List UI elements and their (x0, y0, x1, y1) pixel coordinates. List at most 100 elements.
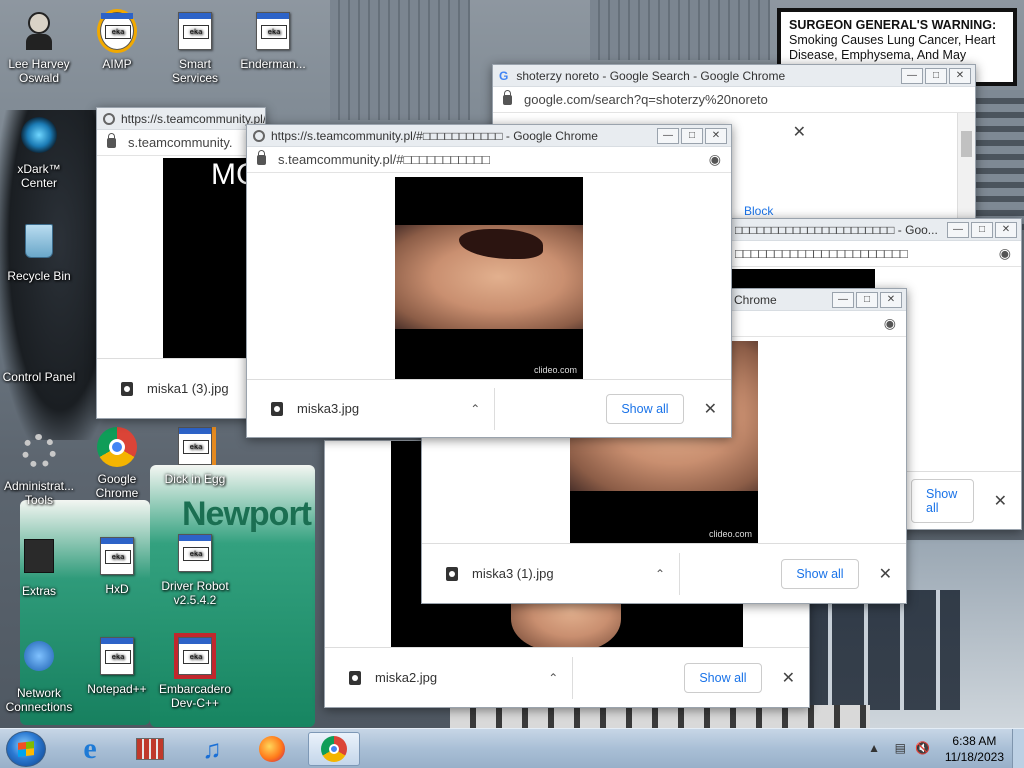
desktop-icon-extras[interactable]: Extras (0, 535, 78, 598)
chrome-window-miska3[interactable]: https://s.teamcommunity.pl/#□□□□□□□□□□□ … (246, 124, 732, 438)
desktop-icon-dick-in-egg[interactable]: Dick in Egg (156, 425, 234, 486)
show-all-button[interactable]: Show all (684, 662, 762, 693)
maximize-button[interactable]: □ (856, 291, 878, 308)
icon-label: Recycle Bin (7, 269, 71, 283)
desktop-icon-administrative-tools[interactable]: Administrat... Tools (0, 430, 78, 507)
firefox-icon[interactable] (246, 732, 298, 766)
desktop-icon-control-panel[interactable]: Control Panel (0, 325, 78, 384)
desktop-icon-enderman[interactable]: Enderman... (234, 10, 312, 71)
show-all-button[interactable]: Show all (911, 478, 974, 523)
system-clock[interactable]: 6:38 AM 11/18/2023 (945, 733, 1004, 765)
address-bar[interactable]: □□□□□□□□□□□□□□□□□□□□□□ ◉ (731, 241, 1021, 267)
lock-icon (503, 89, 512, 105)
download-filename[interactable]: miska2.jpg (375, 670, 437, 685)
media-center-icon[interactable] (124, 732, 176, 766)
desktop-icon-lee-harvey-oswald[interactable]: Lee Harvey Oswald (0, 10, 78, 85)
icon-label: Lee Harvey Oswald (8, 57, 70, 85)
chevron-up-icon[interactable]: ⌃ (548, 671, 558, 685)
show-all-button[interactable]: Show all (781, 558, 859, 589)
desktop-icon-driver-robot[interactable]: Driver Robot v2.5.4.2 (156, 532, 234, 607)
download-bar-close-icon[interactable]: ✕ (704, 399, 717, 419)
chevron-up-icon[interactable]: ⌃ (655, 567, 665, 581)
download-filename[interactable]: miska3.jpg (297, 401, 359, 416)
desktop-icon-xdark-center[interactable]: xDark™ Center (0, 115, 78, 190)
document-icon (252, 12, 294, 54)
chevron-up-icon[interactable]: ⌃ (470, 402, 480, 416)
desktop-icon-aimp[interactable]: AIMP (78, 10, 156, 71)
chrome-taskbar-icon[interactable] (308, 732, 360, 766)
window-titlebar[interactable]: G shoterzy noreto - Google Search - Goog… (493, 65, 975, 87)
icon-label: Enderman... (240, 57, 306, 71)
close-button[interactable]: ✕ (949, 67, 971, 84)
internet-explorer-icon[interactable]: e (64, 732, 116, 766)
desktop-icon-google-chrome[interactable]: Google Chrome (78, 425, 156, 500)
volume-muted-icon[interactable]: 🔇 (915, 741, 930, 755)
icon-label: Google Chrome (95, 472, 139, 500)
popup-close-icon[interactable]: ✕ (793, 122, 806, 142)
close-button[interactable]: ✕ (995, 221, 1017, 238)
control-panel-icon (18, 325, 60, 367)
address-url: s.teamcommunity. (128, 135, 233, 150)
notification-popup[interactable]: ✕ Block (726, 118, 816, 228)
address-url: s.teamcommunity.pl/#□□□□□□□□□□□ (278, 152, 490, 167)
network-tray-icon[interactable]: ▤ (895, 741, 906, 755)
icon-label: Extras (21, 584, 56, 598)
window-titlebar[interactable]: https://s.teamcommunity.pl/# (97, 108, 265, 130)
address-bar[interactable]: google.com/search?q=shoterzy%20noreto (493, 87, 975, 113)
desktop-icon-notepad-plus-plus[interactable]: Notepad++ (78, 635, 156, 696)
folder-icon (18, 539, 60, 581)
globe-icon (103, 112, 115, 125)
minimize-button[interactable]: — (901, 67, 923, 84)
icon-label: Notepad++ (87, 682, 147, 696)
download-bar-close-icon[interactable]: ✕ (782, 668, 795, 688)
icon-label: Network Connections (5, 686, 73, 714)
tracking-eye-icon[interactable]: ◉ (999, 245, 1011, 262)
desktop-icon-embarcadero-dev-cpp[interactable]: Embarcadero Dev-C++ (156, 635, 234, 710)
window-titlebar[interactable]: https://s.teamcommunity.pl/#□□□□□□□□□□□ … (247, 125, 731, 147)
maximize-button[interactable]: □ (925, 67, 947, 84)
close-button[interactable]: ✕ (705, 127, 727, 144)
close-button[interactable]: ✕ (880, 291, 902, 308)
icon-label: Embarcadero Dev-C++ (158, 682, 232, 710)
newport-logo: Newport (182, 495, 312, 533)
address-bar[interactable]: s.teamcommunity. (97, 130, 265, 156)
download-bar-close-icon[interactable]: ✕ (879, 564, 892, 584)
desktop-icon-recycle-bin[interactable]: Recycle Bin (0, 220, 78, 283)
download-bar: miska3.jpg ⌃ Show all ✕ (247, 379, 731, 437)
lock-icon (107, 132, 116, 148)
download-bar-close-icon[interactable]: ✕ (994, 491, 1007, 511)
minimize-button[interactable]: — (947, 221, 969, 238)
desktop-icon-hxd[interactable]: HxD (78, 535, 156, 596)
download-filename[interactable]: miska3 (1).jpg (472, 566, 554, 581)
window-titlebar[interactable]: □□□□□□□□□□□□□□□□□□□□□□ - Goo... — □ ✕ (731, 219, 1021, 241)
maximize-button[interactable]: □ (971, 221, 993, 238)
chrome-window-miska1[interactable]: https://s.teamcommunity.pl/# s.teamcommu… (96, 107, 266, 419)
clock-date: 11/18/2023 (944, 750, 1004, 764)
download-bar: miska1 (3).jpg (97, 358, 265, 418)
minimize-button[interactable]: — (657, 127, 679, 144)
file-icon (349, 670, 361, 685)
icon-label: AIMP (102, 57, 132, 71)
scrollbar[interactable] (957, 113, 975, 223)
icon-label: Smart Services (171, 57, 218, 85)
show-all-button[interactable]: Show all (606, 393, 684, 424)
tracking-eye-icon[interactable]: ◉ (709, 151, 721, 168)
divider (679, 552, 681, 595)
download-filename[interactable]: miska1 (3).jpg (147, 381, 229, 396)
desktop-icon-smart-services[interactable]: Smart Services (156, 10, 234, 85)
file-icon (271, 401, 283, 416)
itunes-icon[interactable]: ♫ (186, 732, 238, 766)
block-button[interactable]: Block (744, 204, 773, 218)
show-desktop-button[interactable] (1012, 729, 1024, 768)
start-button[interactable] (6, 731, 46, 767)
scrollbar-thumb[interactable] (961, 131, 972, 157)
minimize-button[interactable]: — (832, 291, 854, 308)
google-g-icon: G (499, 68, 509, 83)
address-bar[interactable]: s.teamcommunity.pl/#□□□□□□□□□□□ ◉ (247, 147, 731, 173)
desktop-icon-network-connections[interactable]: Network Connections (0, 635, 78, 714)
watermark: clideo.com (533, 365, 577, 375)
tracking-eye-icon[interactable]: ◉ (884, 315, 896, 332)
show-hidden-icons-icon[interactable]: ▲ (868, 741, 880, 755)
file-icon (446, 566, 458, 581)
maximize-button[interactable]: □ (681, 127, 703, 144)
